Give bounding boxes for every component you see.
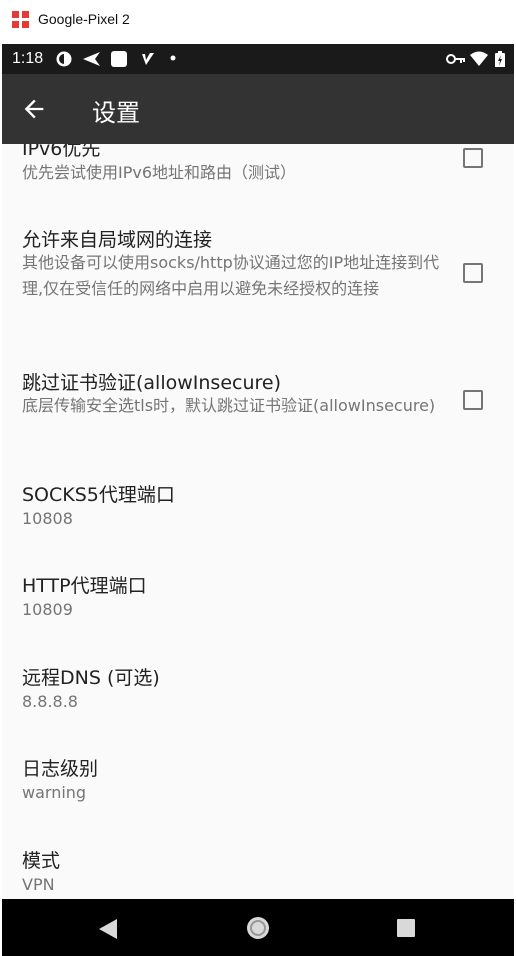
pref-summary: 底层传输安全选tls时，默认跳过证书验证(allowInsecure) xyxy=(22,396,436,415)
nav-back-icon[interactable] xyxy=(98,918,118,940)
navigation-bar xyxy=(2,899,514,956)
checkbox-allow-lan[interactable] xyxy=(463,263,483,283)
vpn-key-icon xyxy=(446,54,465,64)
pref-title: SOCKS5代理端口 xyxy=(22,484,175,506)
pref-allow-lan[interactable]: 允许来自局域网的连接 其他设备可以使用socks/http协议通过您的IP地址连… xyxy=(2,222,514,342)
pref-summary: 优先尝试使用IPv6地址和路由（测试） xyxy=(22,163,297,182)
nav-recents-icon[interactable] xyxy=(397,919,415,937)
checkbox-allow-insecure[interactable] xyxy=(463,390,483,410)
pref-allow-insecure[interactable]: 跳过证书验证(allowInsecure) 底层传输安全选tls时，默认跳过证书… xyxy=(2,364,514,444)
settings-list: IPv6优先 优先尝试使用IPv6地址和路由（测试） 允许来自局域网的连接 其他… xyxy=(2,144,514,899)
pref-summary: 其他设备可以使用socks/http协议通过您的IP地址连接到代理,仅在受信任的… xyxy=(22,253,440,298)
wifi-icon xyxy=(470,51,488,66)
send-icon xyxy=(83,52,100,66)
pref-summary: 10808 xyxy=(22,509,73,528)
nav-home-icon[interactable] xyxy=(247,917,269,939)
pref-title: 模式 xyxy=(22,850,61,872)
checkbox-ipv6-prefer[interactable] xyxy=(463,148,483,168)
page-title: 设置 xyxy=(92,99,140,127)
app-bar: 设置 xyxy=(2,74,514,144)
pref-title: IPv6优先 xyxy=(22,144,101,160)
pref-remote-dns[interactable]: 远程DNS (可选) 8.8.8.8 xyxy=(2,661,514,721)
pref-socks5-port[interactable]: SOCKS5代理端口 10808 xyxy=(2,478,514,538)
dot-icon xyxy=(170,55,176,61)
window-title: Google-Pixel 2 xyxy=(38,11,130,27)
status-bar: 1:18 xyxy=(2,44,514,74)
status-time: 1:18 xyxy=(12,50,44,67)
pref-http-port[interactable]: HTTP代理端口 10809 xyxy=(2,569,514,629)
pref-summary: 10809 xyxy=(22,600,73,619)
pref-summary: VPN xyxy=(22,875,55,894)
pref-title: HTTP代理端口 xyxy=(22,575,147,597)
data-saver-icon xyxy=(56,51,72,67)
app-grid-logo-icon xyxy=(12,11,30,29)
pref-title: 允许来自局域网的连接 xyxy=(22,229,213,251)
pref-title: 跳过证书验证(allowInsecure) xyxy=(22,372,281,394)
battery-icon xyxy=(495,51,505,67)
pref-ipv6-prefer[interactable]: IPv6优先 优先尝试使用IPv6地址和路由（测试） xyxy=(2,144,514,202)
pref-title: 日志级别 xyxy=(22,758,99,780)
pref-title: 远程DNS (可选) xyxy=(22,667,160,689)
pref-summary: 8.8.8.8 xyxy=(22,692,78,711)
square-icon xyxy=(111,51,127,67)
pref-summary: warning xyxy=(22,783,87,802)
back-arrow-icon[interactable] xyxy=(20,95,48,123)
pref-mode[interactable]: 模式 VPN xyxy=(2,844,514,899)
device-screen: 1:18 设置 IPv6优先 优先尝试使用IPv6地址和路由（测试） 允许来自局… xyxy=(2,44,514,956)
pref-log-level[interactable]: 日志级别 warning xyxy=(2,752,514,812)
v2ray-icon xyxy=(142,53,154,65)
window-title-bar: Google-Pixel 2 xyxy=(0,0,516,44)
